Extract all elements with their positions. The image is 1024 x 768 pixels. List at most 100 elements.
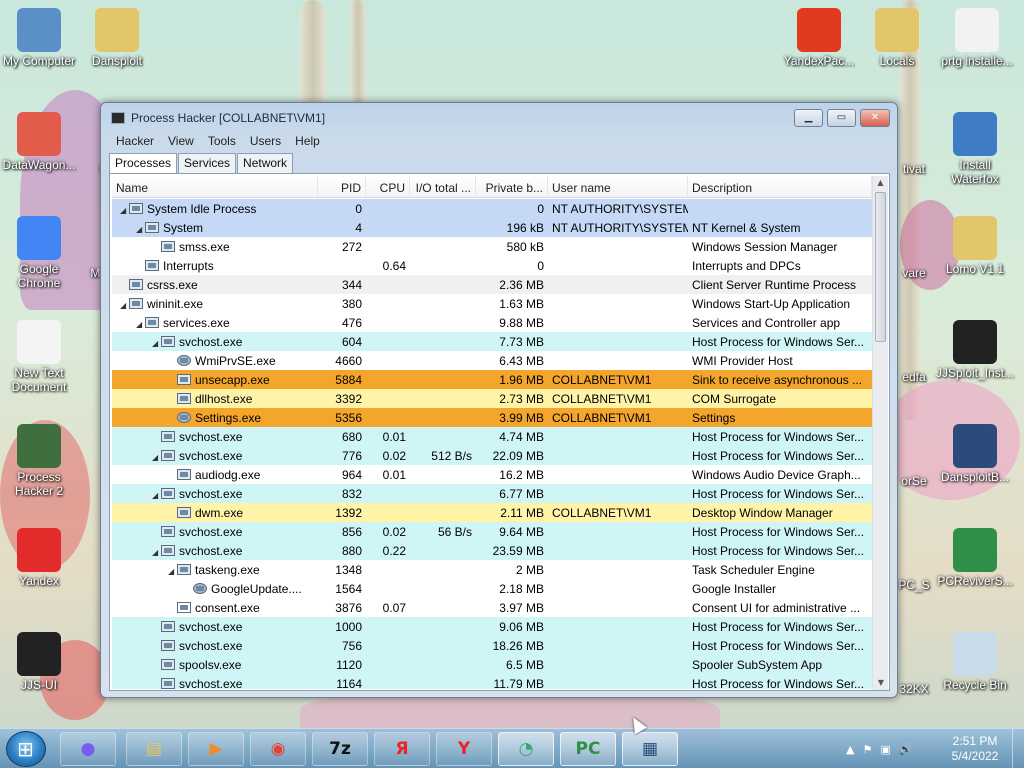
process-row[interactable]: Interrupts 0.64 0 Interrupts and DPCs — [112, 256, 872, 275]
process-row[interactable]: Settings.exe 5356 3.99 MB COLLABNET\VM1 Sett… — [112, 408, 872, 427]
desktop-icon[interactable]: Process Hacker 2 — [0, 424, 78, 498]
desktop-icon[interactable]: Dansploit — [78, 8, 156, 68]
process-row[interactable]: svchost.exe 1164 11.79 MB Host Process for … — [112, 674, 872, 689]
tree-expander-icon[interactable]: ◢ — [152, 339, 161, 348]
process-row[interactable]: GoogleUpdate.... 1564 2.18 MB Google Instal… — [112, 579, 872, 598]
desktop-icon[interactable]: Lomo V1.1 — [936, 216, 1014, 276]
tree-expander-icon[interactable]: ◢ — [136, 320, 145, 329]
process-row[interactable]: ◢ System 4 196 kB NT AUTHORITY\SYSTEM NT Kern… — [112, 218, 872, 237]
desktop-icon[interactable]: Recycle Bin — [936, 632, 1014, 692]
show-desktop-button[interactable] — [1012, 729, 1024, 768]
process-row[interactable]: consent.exe 3876 0.07 3.97 MB Consent UI for… — [112, 598, 872, 617]
process-row[interactable]: ◢ System Idle Process 0 0 NT AUTHORITY\SYSTE… — [112, 199, 872, 218]
process-row[interactable]: smss.exe 272 580 kB Windows Session Manager — [112, 237, 872, 256]
desktop-icon[interactable]: Yandex — [0, 528, 78, 588]
process-row[interactable]: ◢ svchost.exe 832 6.77 MB Host Process for W… — [112, 484, 872, 503]
desktop-icon[interactable]: DataWagon... — [0, 112, 78, 172]
file-explorer-button[interactable]: ▤ — [126, 732, 182, 766]
start-button[interactable] — [6, 731, 46, 767]
desktop-icon[interactable]: My Computer — [0, 8, 78, 68]
process-row[interactable]: dllhost.exe 3392 2.73 MB COLLABNET\VM1 COM S… — [112, 389, 872, 408]
desktop-icon[interactable]: Install Waterfox — [936, 112, 1014, 186]
show-hidden-icons-icon[interactable]: ▲ — [846, 743, 854, 756]
process-row[interactable]: ◢ svchost.exe 776 0.02 512 B/s 22.09 MB Host P… — [112, 446, 872, 465]
menu-hacker[interactable]: Hacker — [109, 133, 161, 151]
scroll-down-arrow-icon[interactable]: ▼ — [873, 676, 889, 690]
tree-expander-icon[interactable]: ◢ — [152, 548, 161, 557]
7zip-button[interactable]: 7z — [312, 732, 368, 766]
column-header-user-name[interactable]: User name — [548, 176, 688, 197]
desktop-icon[interactable]: PCReviverS... — [936, 528, 1014, 588]
desktop-icon-partial-label[interactable]: tivat — [894, 162, 934, 176]
process-row[interactable]: ◢ svchost.exe 604 7.73 MB Host Process for W… — [112, 332, 872, 351]
vertical-scrollbar[interactable]: ▲ ▼ — [872, 176, 888, 690]
menu-help[interactable]: Help — [288, 133, 327, 151]
process-row[interactable]: ◢ taskeng.exe 1348 2 MB Task Scheduler Engin… — [112, 560, 872, 579]
desktop-icon[interactable]: Google Chrome — [0, 216, 78, 290]
tab-processes[interactable]: Processes — [109, 153, 178, 174]
minimize-button[interactable]: ▁ — [794, 109, 823, 127]
volume-icon[interactable]: 🔊 — [899, 743, 913, 756]
menu-view[interactable]: View — [161, 133, 201, 151]
process-row[interactable]: unsecapp.exe 5884 1.96 MB COLLABNET\VM1 Sink… — [112, 370, 872, 389]
tree-expander-icon[interactable]: ◢ — [152, 453, 161, 462]
column-header-io-total[interactable]: I/O total ... — [410, 176, 476, 197]
desktop-icon-partial-label[interactable]: 32KX — [894, 682, 934, 696]
desktop-icon[interactable]: YandexPac... — [780, 8, 858, 68]
desktop-icon[interactable]: JJSploit_Inst... — [936, 320, 1014, 380]
column-header-name[interactable]: Name — [112, 176, 318, 197]
desktop-icon[interactable]: JJS-UI — [0, 632, 78, 692]
close-button[interactable]: ✕ — [860, 109, 890, 127]
desktop-icon[interactable]: DansploitB... — [936, 424, 1014, 484]
pcreviver-button[interactable]: PC — [560, 732, 616, 766]
column-header-description[interactable]: Description — [688, 176, 872, 197]
tree-expander-icon[interactable]: ◢ — [136, 225, 145, 234]
maximize-button[interactable]: ▭ — [827, 109, 856, 127]
process-row[interactable]: svchost.exe 856 0.02 56 B/s 9.64 MB Host Proc… — [112, 522, 872, 541]
process-row[interactable]: svchost.exe 756 18.26 MB Host Process for W… — [112, 636, 872, 655]
menu-users[interactable]: Users — [243, 133, 288, 151]
clock[interactable]: 2:51 PM 5/4/2022 — [947, 734, 1003, 764]
media-player-button[interactable]: ▶ — [188, 732, 244, 766]
alice-button[interactable]: ● — [60, 732, 116, 766]
desktop-icon[interactable]: New Text Document — [0, 320, 78, 394]
tree-expander-icon[interactable]: ◢ — [120, 301, 129, 310]
yandex-browser-button[interactable]: Y — [436, 732, 492, 766]
chrome-button[interactable]: ◉ — [250, 732, 306, 766]
desktop-icon-partial-label[interactable]: orSe — [894, 474, 934, 488]
process-row[interactable]: svchost.exe 680 0.01 4.74 MB Host Process fo… — [112, 427, 872, 446]
desktop-icon-partial-label[interactable]: PC_S — [894, 578, 934, 592]
tree-expander-icon[interactable]: ◢ — [168, 567, 177, 576]
network-icon[interactable]: ▣ — [880, 743, 890, 756]
column-header-cpu[interactable]: CPU — [366, 176, 410, 197]
process-row[interactable]: ◢ wininit.exe 380 1.63 MB Windows Start-Up A… — [112, 294, 872, 313]
process-row[interactable]: spoolsv.exe 1120 6.5 MB Spooler SubSystem A… — [112, 655, 872, 674]
process-row[interactable]: audiodg.exe 964 0.01 16.2 MB Windows Audio D… — [112, 465, 872, 484]
menu-tools[interactable]: Tools — [201, 133, 243, 151]
process-hacker-window[interactable]: Process Hacker [COLLABNET\VM1] ▁ ▭ ✕ Hac… — [100, 102, 898, 698]
yandex-button[interactable]: Я — [374, 732, 430, 766]
process-row[interactable]: ◢ svchost.exe 880 0.22 23.59 MB Host Process … — [112, 541, 872, 560]
scrollbar-thumb[interactable] — [875, 192, 886, 342]
process-row[interactable]: WmiPrvSE.exe 4660 6.43 MB WMI Provider Host — [112, 351, 872, 370]
process-row[interactable]: dwm.exe 1392 2.11 MB COLLABNET\VM1 Desktop W… — [112, 503, 872, 522]
column-header-pid[interactable]: PID — [318, 176, 366, 197]
desktop-icon-partial-label[interactable]: edfa — [894, 370, 934, 384]
process-row[interactable]: csrss.exe 344 2.36 MB Client Server Runtime… — [112, 275, 872, 294]
desktop-icon[interactable]: Locals — [858, 8, 936, 68]
process-row[interactable]: svchost.exe 1000 9.06 MB Host Process for W… — [112, 617, 872, 636]
desktop-icon-partial-label[interactable]: vare — [894, 266, 934, 280]
scroll-up-arrow-icon[interactable]: ▲ — [873, 176, 888, 190]
prtg-button[interactable]: ◔ — [498, 732, 554, 766]
desktop-icon[interactable]: prtg installe... — [938, 8, 1016, 68]
tab-services[interactable]: Services — [178, 153, 237, 173]
action-center-flag-icon[interactable]: ⚑ — [862, 743, 872, 756]
process-row[interactable]: ◢ services.exe 476 9.88 MB Services and Cont… — [112, 313, 872, 332]
tree-expander-icon[interactable]: ◢ — [152, 491, 161, 500]
process-icon — [177, 469, 191, 480]
tree-expander-icon[interactable]: ◢ — [120, 206, 129, 215]
process-hacker-button[interactable]: ▦ — [622, 732, 678, 766]
column-header-private-bytes[interactable]: Private b... — [476, 176, 548, 197]
tab-network[interactable]: Network — [237, 153, 294, 173]
title-bar[interactable]: Process Hacker [COLLABNET\VM1] ▁ ▭ ✕ — [101, 103, 897, 133]
